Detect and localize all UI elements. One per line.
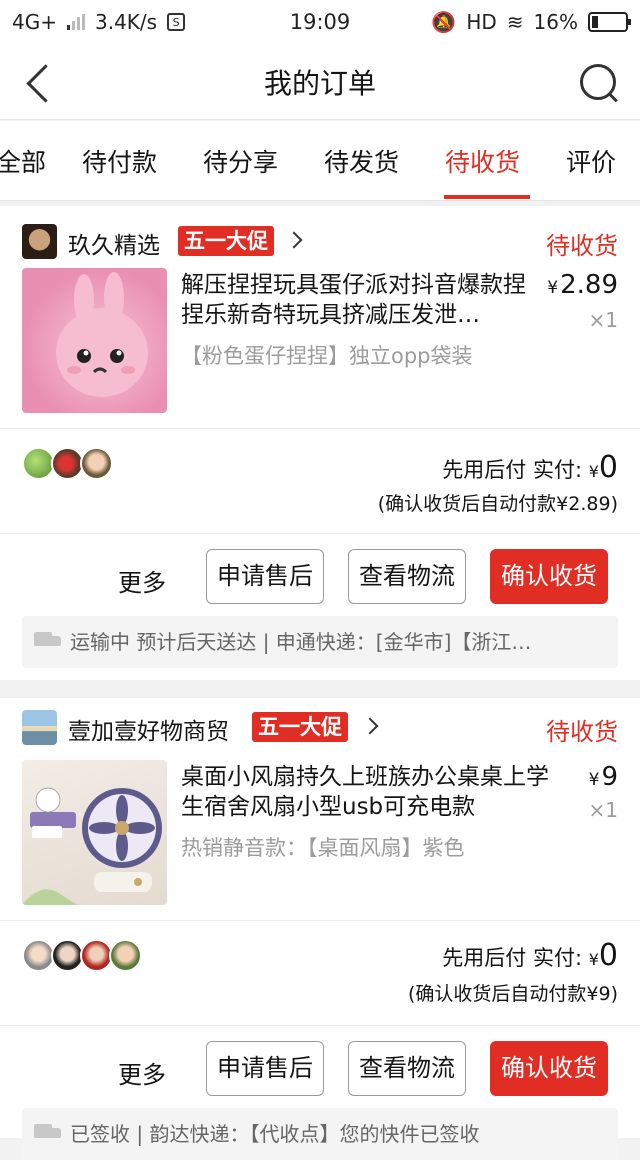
divider xyxy=(0,920,640,921)
divider xyxy=(0,533,640,534)
order-card: 壹加壹好物商贸 五一大促 待收货 桌面小风扇持久上班族办公桌桌上学生宿舍风扇小型… xyxy=(0,698,640,1160)
product-quantity: ×1 xyxy=(588,798,618,822)
order-card: 玖久精选 五一大促 待收货 解压捏捏玩具蛋仔派对抖音爆款捏捏乐新奇特玩具挤减压发… xyxy=(0,206,640,680)
tab-review[interactable]: 评价 xyxy=(566,143,616,179)
tab-all[interactable]: 全部 xyxy=(0,143,46,179)
paid-amount: 0 xyxy=(598,450,618,485)
order-status: 待收货 xyxy=(546,232,618,260)
avatar xyxy=(80,447,113,480)
product-title[interactable]: 解压捏捏玩具蛋仔派对抖音爆款捏捏乐新奇特玩具挤减压发泄… xyxy=(181,270,541,330)
buyer-avatars xyxy=(22,939,142,972)
tab-pending-shipment[interactable]: 待发货 xyxy=(324,143,399,179)
logistics-text: 运输中 预计后天送达 | 申通快递：[金华市]【浙江… xyxy=(70,630,532,654)
more-button[interactable]: 更多 xyxy=(118,1055,166,1090)
divider xyxy=(0,1025,640,1026)
paid-amount: 0 xyxy=(598,938,618,973)
promo-badge: 五一大促 xyxy=(178,226,274,256)
pay-label: 先用后付 实付: xyxy=(442,458,583,482)
chevron-right-icon xyxy=(361,717,379,735)
buyer-avatars xyxy=(22,447,113,480)
shop-name: 壹加壹好物商贸 xyxy=(68,719,229,745)
paid-currency: ¥ xyxy=(588,950,599,969)
product-spec: 热销静音款：【桌面风扇】紫色 xyxy=(181,836,465,860)
paid-currency: ¥ xyxy=(588,462,599,481)
after-sale-button[interactable]: 申请售后 xyxy=(206,549,324,604)
price-value: 2.89 xyxy=(560,270,618,300)
product-quantity: ×1 xyxy=(588,308,618,332)
mute-icon: 🔕 xyxy=(431,10,457,34)
product-photo-pink-toy xyxy=(56,272,148,397)
chevron-right-icon xyxy=(285,231,303,249)
logistics-text: 已签收 | 韵达快递：【代收点】您的快件已签收 xyxy=(70,1122,480,1146)
wifi-icon: ≋ xyxy=(506,10,524,34)
product-image[interactable] xyxy=(22,760,167,905)
shop-header[interactable]: 玖久精选 五一大促 待收货 xyxy=(0,206,640,270)
after-sale-button[interactable]: 申请售后 xyxy=(206,1041,324,1096)
confirm-receipt-button[interactable]: 确认收货 xyxy=(490,549,608,604)
truck-icon xyxy=(34,1124,62,1142)
logistics-bar[interactable]: 已签收 | 韵达快递：【代收点】您的快件已签收 xyxy=(22,1108,618,1160)
tab-pending-receipt[interactable]: 待收货 xyxy=(445,143,520,179)
search-icon[interactable] xyxy=(578,62,620,104)
network-speed: 3.4K/s xyxy=(94,10,158,34)
shop-logo xyxy=(22,224,57,259)
tab-pending-payment[interactable]: 待付款 xyxy=(82,143,157,179)
nav-bar: 我的订单 xyxy=(0,44,640,120)
battery-percent: 16% xyxy=(533,10,578,34)
tab-pending-share[interactable]: 待分享 xyxy=(203,143,278,179)
divider xyxy=(0,428,640,429)
avatar xyxy=(109,939,142,972)
product-image[interactable] xyxy=(22,268,167,413)
network-indicator: 4G+ xyxy=(12,10,57,34)
price-value: 9 xyxy=(601,762,618,792)
confirm-receipt-button[interactable]: 确认收货 xyxy=(490,1041,608,1096)
logistics-bar[interactable]: 运输中 预计后天送达 | 申通快递：[金华市]【浙江… xyxy=(22,616,618,668)
view-logistics-button[interactable]: 查看物流 xyxy=(348,549,466,604)
order-tabs: 全部 待付款 待分享 待发货 待收货 评价 xyxy=(0,121,640,201)
auto-pay-note: (确认收货后自动付款¥2.89) xyxy=(377,493,618,515)
signal-icon xyxy=(66,14,85,30)
pay-summary: 先用后付 实付: ¥0 xyxy=(442,938,618,973)
active-tab-indicator xyxy=(444,195,530,199)
page-title: 我的订单 xyxy=(263,66,376,100)
more-button[interactable]: 更多 xyxy=(118,563,166,598)
back-icon[interactable] xyxy=(22,62,58,102)
currency-symbol: ¥ xyxy=(547,278,559,298)
truck-icon xyxy=(34,632,62,650)
product-price: ¥9 xyxy=(589,762,618,792)
shop-logo xyxy=(22,710,57,745)
shop-header[interactable]: 壹加壹好物商贸 五一大促 待收货 xyxy=(0,698,640,762)
product-title[interactable]: 桌面小风扇持久上班族办公桌桌上学生宿舍风扇小型usb可充电款 xyxy=(181,762,561,822)
product-spec: 【粉色蛋仔捏捏】独立opp袋装 xyxy=(181,344,473,368)
pay-label: 先用后付 实付: xyxy=(442,946,583,970)
order-status: 待收货 xyxy=(546,718,618,746)
battery-icon xyxy=(588,12,631,32)
hd-indicator: HD xyxy=(466,10,497,34)
sim-icon: S xyxy=(167,13,186,31)
product-photo-desk-fan xyxy=(22,787,162,905)
currency-symbol: ¥ xyxy=(588,770,600,790)
pay-summary: 先用后付 实付: ¥0 xyxy=(442,450,618,485)
promo-badge: 五一大促 xyxy=(252,712,348,742)
view-logistics-button[interactable]: 查看物流 xyxy=(348,1041,466,1096)
product-price: ¥2.89 xyxy=(547,270,618,300)
status-bar: 4G+ 3.4K/s S 19:09 🔕 HD ≋ 16% xyxy=(0,0,640,44)
auto-pay-note: (确认收货后自动付款¥9) xyxy=(407,983,618,1005)
shop-name: 玖久精选 xyxy=(68,233,160,259)
